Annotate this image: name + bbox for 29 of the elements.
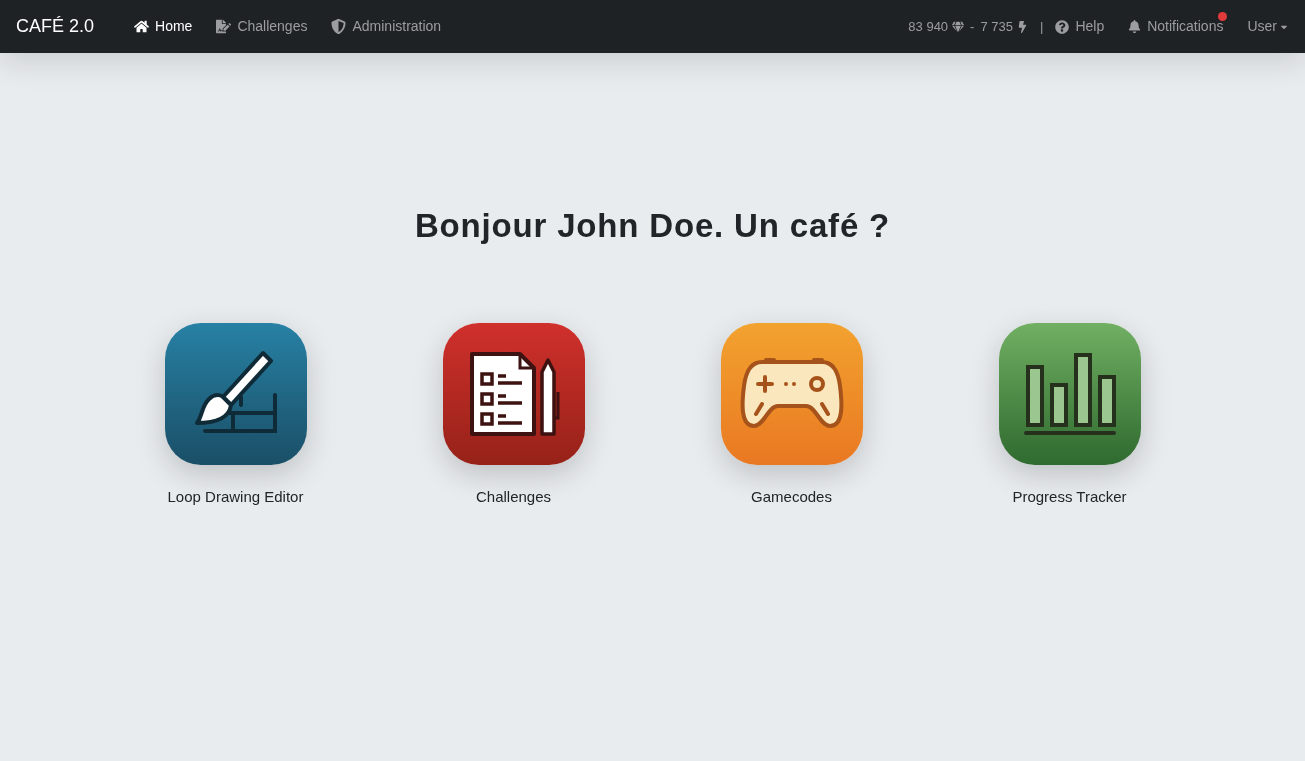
document-pen-icon bbox=[216, 19, 232, 34]
gem-count: 83 940 bbox=[908, 17, 949, 36]
app-tile[interactable]: Loop Drawing Editor bbox=[163, 322, 308, 508]
app-label: Gamecodes bbox=[751, 486, 832, 507]
energy-count: 7 735 bbox=[980, 17, 1013, 36]
gem-icon bbox=[952, 20, 965, 33]
bell-icon bbox=[1128, 20, 1142, 33]
checklist-pencil-icon bbox=[467, 351, 560, 436]
home-icon bbox=[134, 19, 150, 34]
separator-text: - bbox=[970, 17, 975, 36]
app-label: Progress Tracker bbox=[1012, 486, 1127, 507]
help-icon bbox=[1055, 19, 1070, 34]
app-label: Loop Drawing Editor bbox=[167, 486, 304, 507]
notifications-link[interactable]: Notifications bbox=[1128, 16, 1224, 37]
app-tile[interactable]: Progress Tracker bbox=[997, 322, 1142, 508]
nav-link[interactable]: Home bbox=[134, 16, 193, 37]
help-link[interactable]: Help bbox=[1055, 16, 1105, 37]
nav-link[interactable]: Administration bbox=[331, 16, 442, 37]
app-tile[interactable]: Challenges bbox=[441, 322, 586, 508]
shield-icon bbox=[331, 19, 347, 34]
divider-text: | bbox=[1040, 17, 1044, 36]
greeting-heading: Bonjour John Doe. Un café ? bbox=[414, 206, 891, 246]
user-menu[interactable]: User bbox=[1247, 16, 1289, 37]
app-tile[interactable]: Gamecodes bbox=[719, 322, 864, 508]
brand-link[interactable]: CAFÉ 2.0 bbox=[16, 13, 95, 40]
nav-link[interactable]: Challenges bbox=[216, 16, 308, 37]
app-label: Challenges bbox=[475, 486, 552, 507]
bar-chart-icon bbox=[1023, 352, 1116, 435]
lightning-icon bbox=[1017, 20, 1028, 33]
